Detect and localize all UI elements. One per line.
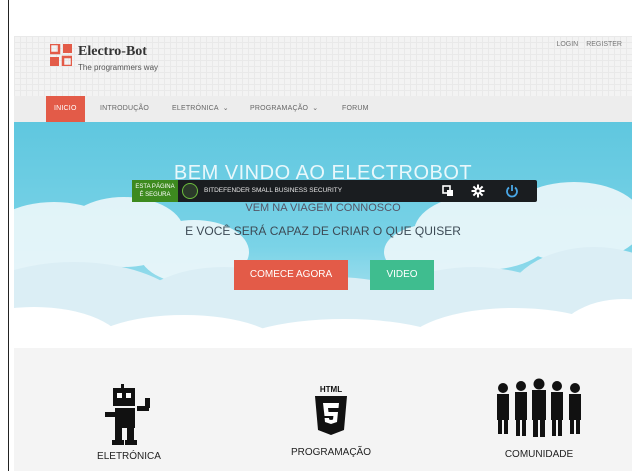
nav-label: ELETRÓNICA — [172, 105, 219, 112]
features-section: ELETRÓNICA HTML PROGRAMAÇÃO COMUNIDADE — [14, 348, 632, 471]
nav-item-introducao[interactable]: INTRODUÇÃO — [100, 96, 149, 122]
hero-banner: BEM VINDO AO ELECTROBOT VEM NA VIAGEM CO… — [14, 122, 632, 348]
chevron-down-icon: ⌄ — [222, 105, 229, 112]
html-text: HTML — [320, 385, 342, 394]
html5-icon: HTML — [315, 385, 347, 435]
hero-tagline: VEM NA VIAGEM CONNOSCO — [245, 202, 401, 214]
site-header: Electro-Bot The programmers way LOGIN RE… — [14, 36, 632, 96]
feature-label: ELETRÓNICA — [97, 451, 161, 462]
account-links: LOGIN REGISTER — [550, 41, 622, 48]
site-tagline: The programmers way — [78, 63, 159, 72]
feature-programacao[interactable]: HTML PROGRAMAÇÃO — [276, 384, 386, 458]
security-toolbar-label: BITDEFENDER SMALL BUSINESS SECURITY — [204, 187, 343, 194]
login-link[interactable]: LOGIN — [556, 41, 578, 48]
nav-item-forum[interactable]: FORUM — [342, 96, 369, 122]
chevron-down-icon: ⌄ — [312, 105, 319, 112]
main-nav: INICIO INTRODUÇÃO ELETRÓNICA ⌄ PROGRAMAÇÃ… — [14, 96, 632, 123]
nav-item-eletronica[interactable]: ELETRÓNICA ⌄ — [172, 96, 229, 122]
people-icon — [497, 378, 581, 437]
nav-item-inicio[interactable]: INICIO — [46, 96, 85, 122]
power-icon[interactable] — [504, 183, 520, 199]
video-button[interactable]: VIDEO — [370, 260, 434, 290]
badge-line: É SEGURA — [139, 192, 171, 198]
website-page[interactable]: Electro-Bot The programmers way LOGIN RE… — [14, 36, 632, 471]
feature-label: PROGRAMAÇÃO — [290, 447, 371, 458]
nav-label: PROGRAMAÇÃO — [250, 105, 309, 112]
feature-eletronica[interactable]: ELETRÓNICA — [84, 384, 174, 462]
site-title[interactable]: Electro-Bot — [78, 44, 147, 60]
robot-icon — [105, 384, 150, 445]
safe-page-badge: ESTA PÁGINA É SEGURA — [132, 180, 178, 202]
window-edge-line — [8, 0, 9, 471]
security-toolbar[interactable]: ESTA PÁGINA É SEGURA BITDEFENDER SMALL B… — [132, 180, 537, 202]
logo-icon[interactable] — [50, 44, 72, 66]
hero-subtitle: E VOCÊ SERÁ CAPAZ DE CRIAR O QUE QUISER — [185, 224, 461, 238]
screenshot-frame: Electro-Bot The programmers way LOGIN RE… — [0, 0, 635, 471]
nav-item-programacao[interactable]: PROGRAMAÇÃO ⌄ — [250, 96, 318, 122]
copy-icon[interactable] — [440, 183, 456, 199]
feature-comunidade[interactable]: COMUNIDADE — [484, 378, 594, 460]
badge-line: ESTA PÁGINA — [135, 184, 175, 190]
register-link[interactable]: REGISTER — [586, 41, 622, 48]
start-now-button[interactable]: COMECE AGORA — [234, 260, 348, 290]
bitdefender-shield-icon — [182, 183, 198, 199]
nav-label: INICIO — [54, 105, 77, 112]
nav-label: INTRODUÇÃO — [100, 105, 150, 112]
feature-label: COMUNIDADE — [504, 449, 574, 460]
nav-label: FORUM — [342, 105, 369, 112]
settings-icon[interactable] — [470, 183, 486, 199]
